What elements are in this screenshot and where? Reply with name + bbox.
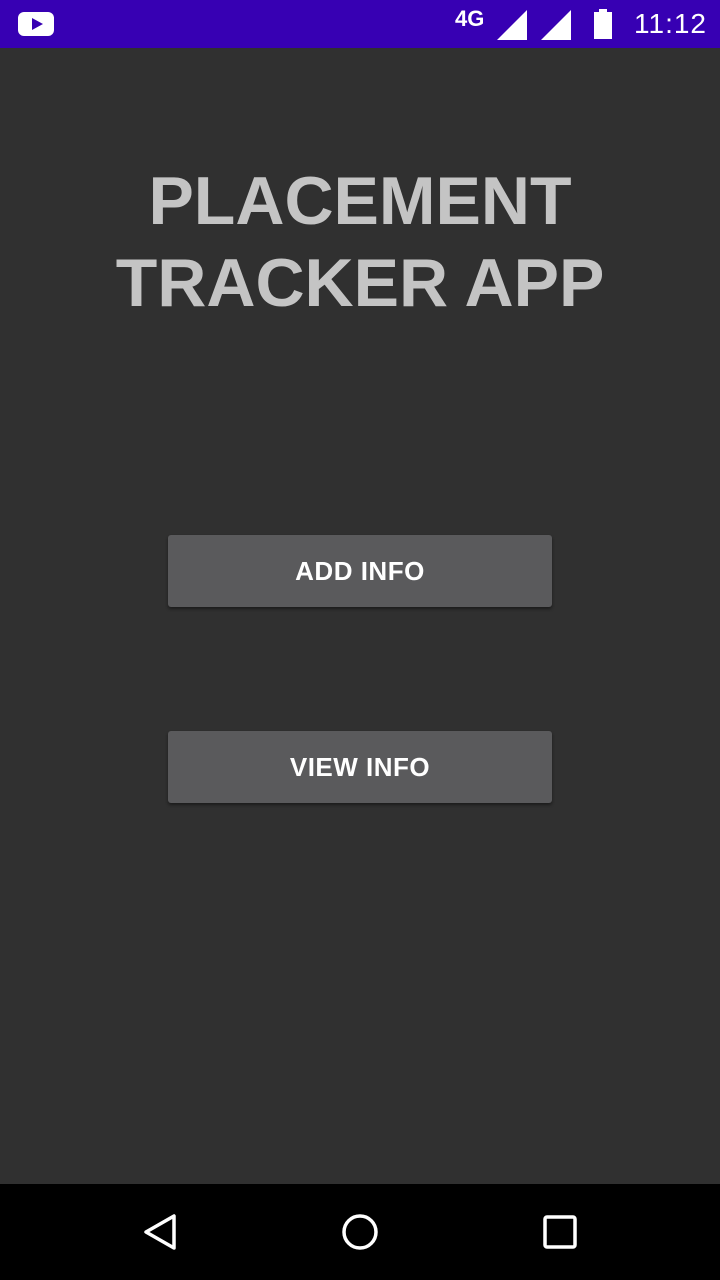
add-info-button[interactable]: ADD INFO (168, 535, 552, 607)
navigation-bar (0, 1184, 720, 1280)
screen: 4G 11:12 PLACEMENT TRACKER APP ADD INFO … (0, 0, 720, 1280)
status-bar: 4G 11:12 (0, 0, 720, 48)
app-title-line-2: TRACKER APP (115, 245, 605, 321)
signal-icon (541, 10, 571, 40)
app-title-line-1: PLACEMENT (148, 163, 572, 239)
signal-icon (497, 10, 527, 40)
network-type-label: 4G (455, 6, 485, 31)
app-title: PLACEMENT TRACKER APP (0, 160, 720, 324)
view-info-button[interactable]: VIEW INFO (168, 731, 552, 803)
clock: 11:12 (634, 8, 707, 39)
youtube-icon (18, 12, 54, 36)
home-icon[interactable] (340, 1212, 380, 1252)
battery-icon (594, 9, 612, 39)
recents-icon[interactable] (540, 1212, 580, 1252)
back-icon[interactable] (140, 1212, 180, 1252)
